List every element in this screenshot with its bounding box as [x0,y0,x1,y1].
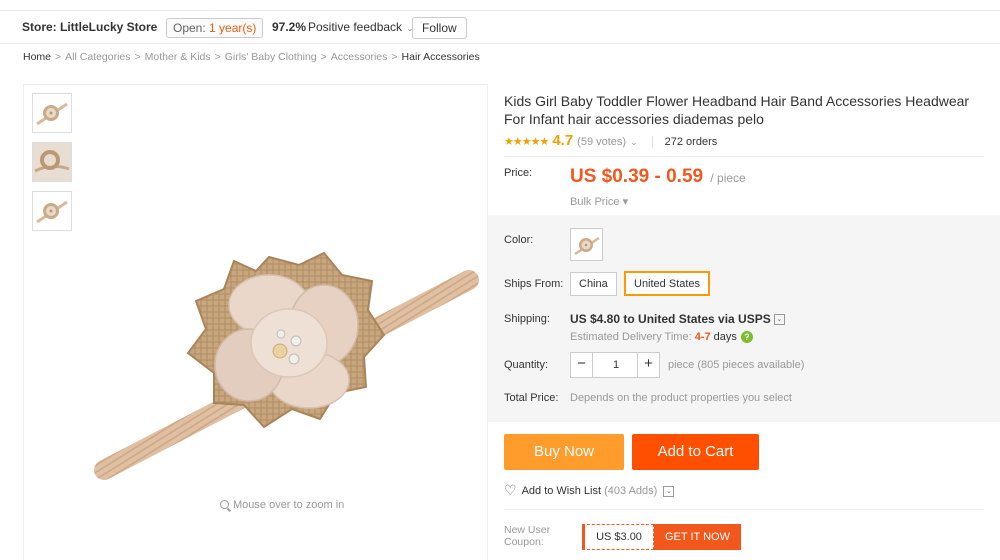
zoom-hint-text: Mouse over to zoom in [233,499,345,511]
votes-count: (59 votes) [577,136,627,148]
thumbnail-1[interactable] [32,93,72,133]
coupon-value: US $3.00 [582,524,654,550]
divider [504,509,984,510]
headband-thumbnail-image [33,143,71,181]
rating-row: ★★★★★ 4.7 (59 votes) ⌄ 272 orders [504,132,717,149]
open-prefix: Open: [173,21,210,35]
store-bar: Store: LittleLucky Store Open: 1 year(s)… [0,10,1000,44]
product-title: Kids Girl Baby Toddler Flower Headband H… [504,93,970,127]
image-gallery: Mouse over to zoom in [23,84,488,560]
price-value: US $0.39 - 0.59 [570,166,704,187]
ships-from-option-united-states[interactable]: United States [624,271,711,296]
question-help-icon[interactable]: ? [740,331,753,344]
quantity-stepper: − + [570,352,660,378]
magnifier-icon [220,500,229,509]
breadcrumb-separator: > [391,51,398,63]
coupon-label-line2: Coupon: [504,536,544,548]
breadcrumb: Home > All Categories > Mother & Kids > Girls'… [23,51,480,63]
coupon-label-line1: New User [504,524,551,536]
add-to-wishlist-button[interactable]: ♡ Add to Wish List (403 Adds) ⌄ [504,482,675,499]
breadcrumb-home[interactable]: Home [23,51,51,63]
shipping-label: Shipping: [504,313,550,325]
rating-value: 4.7 [552,132,574,149]
headband-thumbnail-image [36,200,68,224]
add-to-cart-button[interactable]: Add to Cart [632,434,759,470]
votes-dropdown[interactable]: (59 votes) ⌄ [577,136,637,148]
breadcrumb-separator: > [134,51,141,63]
breadcrumb-all-categories[interactable]: All Categories [65,51,130,63]
total-price-label: Total Price: [504,392,559,404]
price-unit: / piece [710,171,746,185]
shipping-value: US $4.80 to United States via USPS [570,312,771,326]
divider [504,156,984,157]
follow-button[interactable]: Follow [412,17,467,39]
delivery-time: Estimated Delivery Time: 4-7 days? [570,331,753,344]
quantity-input[interactable] [594,353,638,377]
thumbnail-2[interactable] [32,142,72,182]
quantity-decrease-button[interactable]: − [571,353,593,377]
price-label: Price: [504,167,533,179]
shipping-method-dropdown[interactable]: US $4.80 to United States via USPS ⌄ [570,312,785,326]
chevron-down-icon: ⌄ [663,485,675,497]
feedback-percentage: 97.2% [272,20,307,34]
open-years: 1 year(s) [209,21,257,35]
star-rating-icon: ★★★★★ [504,136,549,148]
breadcrumb-girls-baby-clothing[interactable]: Girls' Baby Clothing [225,51,317,63]
total-price-note: Depends on the product properties you se… [570,392,792,404]
ships-from-label: Ships From: [504,278,564,290]
chevron-down-icon: ⌄ [773,314,785,326]
ships-from-option-china[interactable]: China [570,272,617,296]
store-name-link[interactable]: LittleLucky Store [60,11,157,44]
store-open-badge: Open: 1 year(s) [166,18,264,38]
breadcrumb-separator: > [320,51,327,63]
breadcrumb-separator: > [55,51,62,63]
breadcrumb-hair-accessories[interactable]: Hair Accessories [402,51,480,63]
color-option-swatch[interactable] [570,228,603,261]
headband-swatch-image [574,236,600,256]
feedback-dropdown[interactable]: Positive feedback ⌄ [308,11,414,44]
breadcrumb-separator: > [214,51,221,63]
breadcrumb-mother-kids[interactable]: Mother & Kids [145,51,211,63]
product-main-image[interactable] [84,165,484,485]
store-label: Store: [22,20,57,34]
quantity-increase-button[interactable]: + [637,353,659,377]
feedback-label: Positive feedback [308,20,403,34]
bulk-price-label: Bulk Price [570,196,620,208]
caret-down-icon: ▾ [622,196,629,208]
zoom-hint: Mouse over to zoom in [220,499,344,511]
get-coupon-button[interactable]: GET IT NOW [654,524,741,550]
buy-now-button[interactable]: Buy Now [504,434,624,470]
breadcrumb-accessories[interactable]: Accessories [331,51,388,63]
headband-thumbnail-image [36,102,68,126]
delivery-suffix: days [713,331,737,343]
divider [651,135,653,148]
wishlist-count: (403 Adds) [604,485,658,497]
thumbnail-3[interactable] [32,191,72,231]
coupon-label: New User Coupon: [504,524,550,548]
bulk-price-dropdown[interactable]: Bulk Price ▾ [570,195,628,208]
wishlist-label: Add to Wish List [521,485,602,497]
quantity-availability: piece (805 pieces available) [668,359,805,371]
delivery-days: 4-7 [694,331,711,343]
quantity-label: Quantity: [504,359,549,371]
new-user-coupon: US $3.00 GET IT NOW [582,524,741,550]
heart-plus-icon: ♡ [504,482,517,498]
price-range: US $0.39 - 0.59 / piece [570,166,746,188]
color-label: Color: [504,234,534,246]
chevron-down-icon: ⌄ [630,137,638,147]
delivery-prefix: Estimated Delivery Time: [570,331,695,343]
orders-count: 272 orders [664,136,718,148]
